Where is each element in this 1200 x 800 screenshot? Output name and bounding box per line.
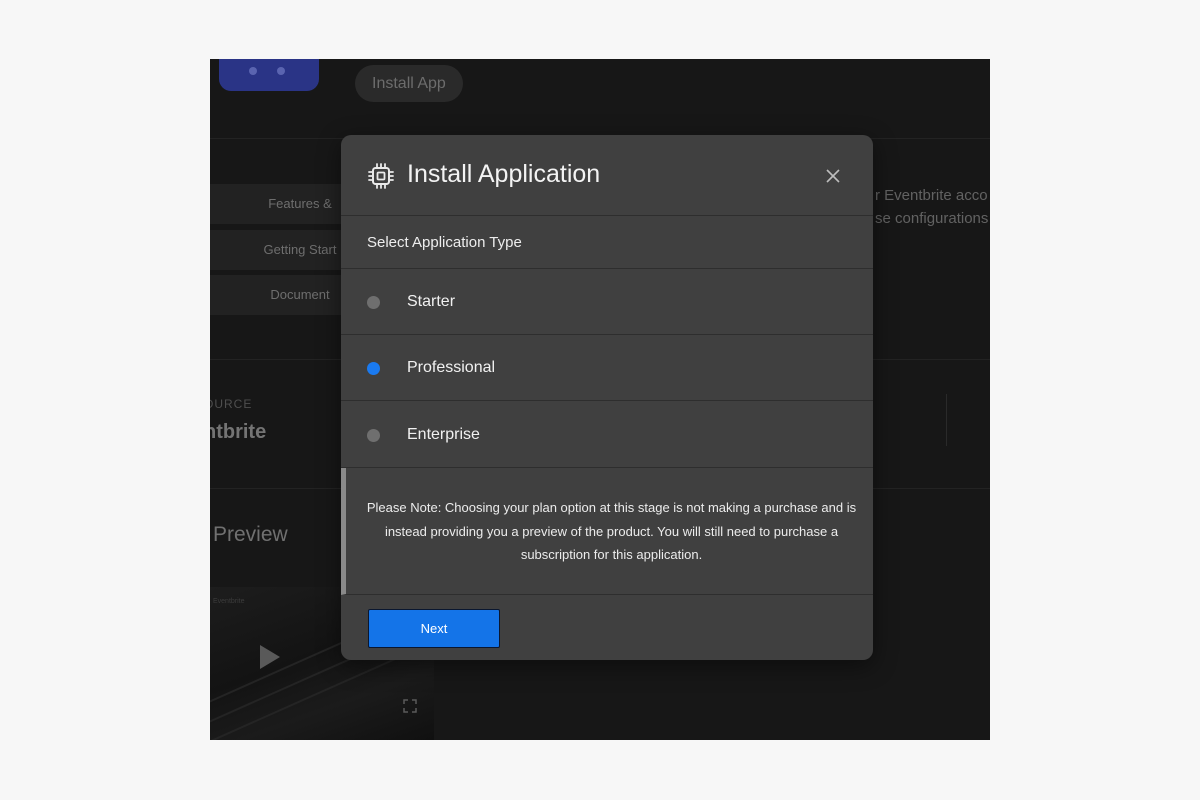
- description-line: se configurations: [875, 210, 989, 227]
- plan-note: Please Note: Choosing your plan option a…: [341, 468, 873, 595]
- option-starter[interactable]: Starter: [341, 269, 873, 335]
- close-icon[interactable]: [819, 162, 847, 190]
- radio-starter[interactable]: [367, 296, 380, 309]
- option-label: Enterprise: [407, 426, 480, 443]
- app-logo: [219, 59, 319, 91]
- option-professional[interactable]: Professional: [341, 335, 873, 401]
- option-enterprise[interactable]: Enterprise: [341, 402, 873, 468]
- source-value: ntbrite: [210, 421, 267, 443]
- expand-icon: [403, 699, 417, 713]
- modal-title: Install Application: [407, 160, 601, 188]
- install-app-button: Install App: [355, 65, 463, 102]
- option-label: Professional: [407, 359, 496, 376]
- chip-icon: [368, 163, 394, 189]
- description-line: r Eventbrite acco: [875, 187, 988, 204]
- install-application-modal: Install Application Select Application T…: [341, 135, 873, 660]
- source-label: OURCE: [210, 397, 253, 411]
- radio-enterprise[interactable]: [367, 429, 380, 442]
- vertical-divider: [946, 394, 947, 446]
- next-button[interactable]: Next: [368, 609, 500, 648]
- radio-professional[interactable]: [367, 362, 380, 375]
- modal-header: Install Application: [341, 135, 873, 216]
- play-icon: [260, 645, 280, 669]
- video-caption: Eventbrite: [213, 598, 245, 605]
- preview-title: Preview: [213, 523, 288, 546]
- section-title: Select Application Type: [367, 234, 522, 251]
- option-label: Starter: [407, 293, 456, 310]
